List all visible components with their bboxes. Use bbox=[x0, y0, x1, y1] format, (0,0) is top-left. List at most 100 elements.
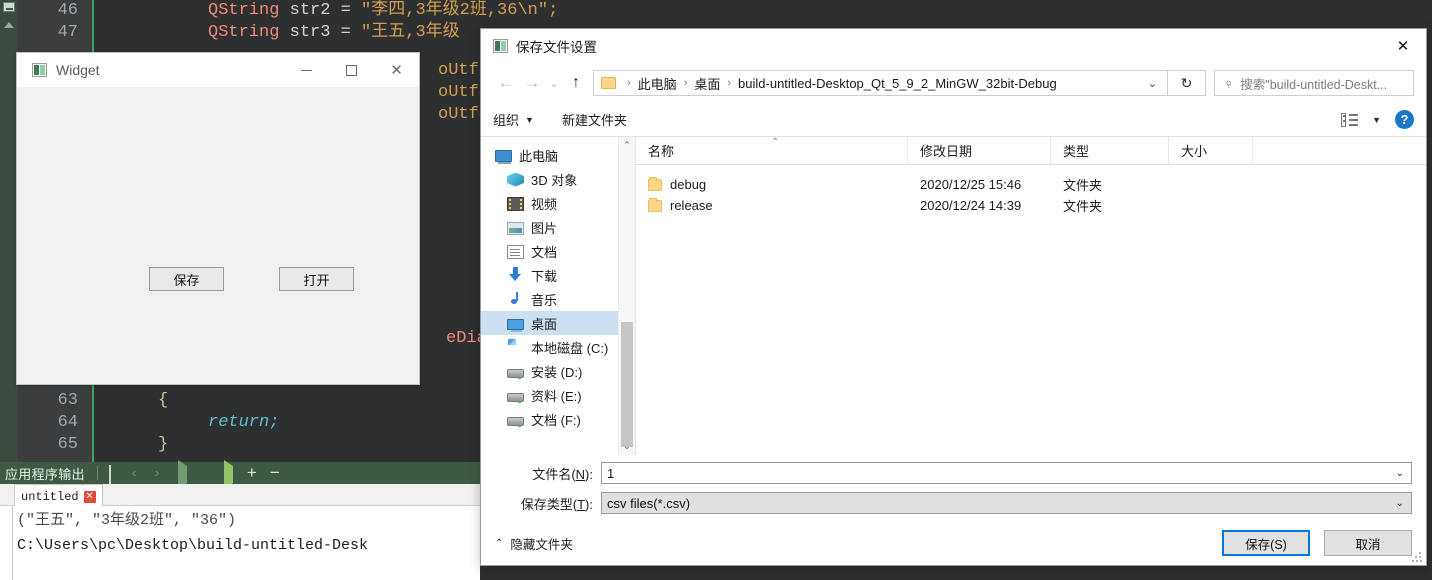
code-token: { bbox=[158, 391, 169, 410]
zoom-in-icon[interactable]: + bbox=[247, 464, 261, 481]
widget-titlebar[interactable]: Widget ✕ bbox=[17, 53, 419, 87]
view-mode-icon[interactable] bbox=[1341, 112, 1359, 127]
scroll-down-icon[interactable]: ⌄ bbox=[619, 438, 635, 455]
close-icon[interactable]: ✕ bbox=[374, 53, 419, 87]
sidebar-item-label: 音乐 bbox=[531, 292, 558, 308]
chevron-down-icon: ▼ bbox=[525, 114, 534, 125]
back-icon[interactable]: ← bbox=[493, 70, 519, 96]
table-row[interactable]: debug 2020/12/25 15:46 文件夹 bbox=[636, 174, 1426, 195]
output-tab-untitled[interactable]: untitled ✕ bbox=[14, 484, 103, 506]
sidebar-item-10[interactable]: 资料 (E:) bbox=[481, 383, 635, 407]
chevron-down-icon[interactable]: ⌄ bbox=[1396, 498, 1404, 509]
sidebar-item-4[interactable]: 文档 bbox=[481, 239, 635, 263]
panel-toggle-icon[interactable] bbox=[3, 2, 15, 12]
filename-input[interactable]: 1 ⌄ bbox=[601, 462, 1412, 484]
hide-folders-button[interactable]: ⌃ 隐藏文件夹 bbox=[495, 534, 573, 553]
screen: 46 QString str2 = "李四,3年级2班,36\n"; 47 QStri… bbox=[0, 0, 1432, 580]
forward-icon[interactable]: → bbox=[519, 70, 545, 96]
organize-button[interactable]: 组织 ▼ bbox=[493, 110, 534, 129]
zoom-out-icon[interactable]: − bbox=[270, 464, 284, 481]
widget-open-button[interactable]: 打开 bbox=[279, 267, 354, 291]
chevron-down-icon[interactable]: ▼ bbox=[1372, 115, 1381, 125]
column-header-date[interactable]: 修改日期 bbox=[908, 136, 1051, 165]
dialog-footer: ⌃ 隐藏文件夹 保存(S) 取消 bbox=[481, 521, 1426, 565]
drv-icon bbox=[507, 416, 524, 427]
sidebar-item-label: 文档 (F:) bbox=[531, 412, 581, 428]
help-icon[interactable]: ? bbox=[1395, 110, 1414, 129]
code-line: return; bbox=[208, 412, 279, 434]
dialog-titlebar[interactable]: 保存文件设置 ✕ bbox=[481, 29, 1426, 63]
output-line: C:\Users\pc\Desktop\build-untitled-Desk bbox=[17, 537, 369, 554]
3d-icon bbox=[507, 172, 524, 187]
file-name-cell: release bbox=[636, 197, 908, 213]
search-box[interactable]: ⌕ 搜索"build-untitled-Deskt... bbox=[1214, 70, 1414, 96]
sidebar-scrollbar[interactable]: ⌃ ⌄ bbox=[618, 137, 635, 455]
sidebar-item-9[interactable]: 安装 (D:) bbox=[481, 359, 635, 383]
pc-icon bbox=[495, 149, 512, 164]
drv-icon bbox=[507, 392, 524, 403]
save-button[interactable]: 保存(S) bbox=[1222, 530, 1310, 556]
file-list-pane: 名称 修改日期 类型 大小 ⌃ debug 2020/12/25 15:46 文件夹… bbox=[636, 136, 1426, 455]
sidebar-item-7[interactable]: 桌面 bbox=[481, 311, 635, 335]
stop-icon[interactable] bbox=[201, 466, 215, 480]
sidebar-item-3[interactable]: 图片 bbox=[481, 215, 635, 239]
file-date-cell: 2020/12/24 14:39 bbox=[920, 198, 1022, 213]
sidebar-item-8[interactable]: 本地磁盘 (C:) bbox=[481, 335, 635, 359]
widget-window: Widget ✕ 保存 打开 bbox=[16, 52, 420, 385]
toolbar-divider bbox=[96, 466, 98, 480]
run-icon[interactable] bbox=[177, 460, 192, 489]
vid-icon bbox=[507, 196, 524, 211]
new-folder-button[interactable]: 新建文件夹 bbox=[562, 110, 627, 129]
breadcrumb-item[interactable]: 桌面 bbox=[694, 74, 720, 93]
search-icon: ⌕ bbox=[1220, 74, 1237, 91]
code-token: str2 = bbox=[279, 1, 362, 20]
attach-icon[interactable] bbox=[108, 465, 123, 484]
sidebar-item-11[interactable]: 文档 (F:) bbox=[481, 407, 635, 431]
sidebar-item-2[interactable]: 视频 bbox=[481, 191, 635, 215]
sidebar-item-label: 桌面 bbox=[531, 316, 558, 332]
widget-save-button[interactable]: 保存 bbox=[149, 267, 224, 291]
address-bar[interactable]: › 此电脑 › 桌面 › build-untitled-Desktop_Qt_5… bbox=[593, 70, 1168, 96]
maximize-icon[interactable] bbox=[329, 53, 374, 87]
close-icon[interactable]: ✕ bbox=[83, 490, 96, 503]
table-row[interactable]: release 2020/12/24 14:39 文件夹 bbox=[636, 195, 1426, 216]
code-token: "王五,3年级 bbox=[361, 23, 460, 42]
dl-icon bbox=[507, 267, 524, 283]
sidebar-item-6[interactable]: 音乐 bbox=[481, 287, 635, 311]
code-line: } bbox=[158, 434, 168, 456]
app-icon bbox=[32, 63, 47, 77]
breadcrumb-item[interactable]: build-untitled-Desktop_Qt_5_9_2_MinGW_32… bbox=[738, 76, 1057, 91]
prev-icon[interactable]: ‹ bbox=[132, 466, 146, 480]
savetype-select[interactable]: csv files(*.csv) ⌄ bbox=[601, 492, 1412, 514]
navigation-bar: ← → ⌄ ↑ › 此电脑 › 桌面 › build-untitled-Desk… bbox=[481, 63, 1426, 103]
file-date-cell: 2020/12/25 15:46 bbox=[920, 177, 1022, 192]
recent-locations-icon[interactable]: ⌄ bbox=[545, 70, 563, 96]
folder-icon bbox=[648, 176, 662, 191]
up-icon[interactable]: ↑ bbox=[563, 70, 589, 96]
desk-icon bbox=[507, 318, 524, 332]
column-header-type[interactable]: 类型 bbox=[1051, 136, 1169, 165]
chevron-up-icon[interactable] bbox=[4, 22, 14, 28]
scrollbar-thumb[interactable] bbox=[621, 322, 633, 447]
sidebar-item-1[interactable]: 3D 对象 bbox=[481, 167, 635, 191]
chevron-down-icon[interactable]: ⌄ bbox=[1148, 77, 1157, 90]
sidebar-item-label: 下载 bbox=[531, 268, 558, 284]
folder-icon bbox=[601, 77, 616, 89]
scroll-up-icon[interactable]: ⌃ bbox=[619, 137, 635, 154]
refresh-icon[interactable]: ↻ bbox=[1168, 70, 1206, 96]
widget-title: Widget bbox=[56, 62, 100, 78]
debug-run-icon[interactable] bbox=[223, 460, 238, 489]
sort-indicator-icon: ⌃ bbox=[771, 137, 780, 148]
breadcrumb-item[interactable]: 此电脑 bbox=[638, 74, 677, 93]
code-token: QString bbox=[208, 23, 280, 42]
organize-label: 组织 bbox=[493, 113, 520, 128]
chevron-down-icon[interactable]: ⌄ bbox=[1396, 468, 1404, 479]
column-header-size[interactable]: 大小 bbox=[1169, 136, 1253, 165]
resize-grip[interactable] bbox=[1412, 552, 1422, 562]
next-icon[interactable]: › bbox=[155, 466, 169, 480]
sidebar-item-0[interactable]: 此电脑 bbox=[481, 143, 635, 167]
minimize-icon[interactable] bbox=[284, 53, 329, 87]
cancel-button[interactable]: 取消 bbox=[1324, 530, 1412, 556]
close-icon[interactable]: ✕ bbox=[1380, 29, 1426, 63]
sidebar-item-5[interactable]: 下载 bbox=[481, 263, 635, 287]
